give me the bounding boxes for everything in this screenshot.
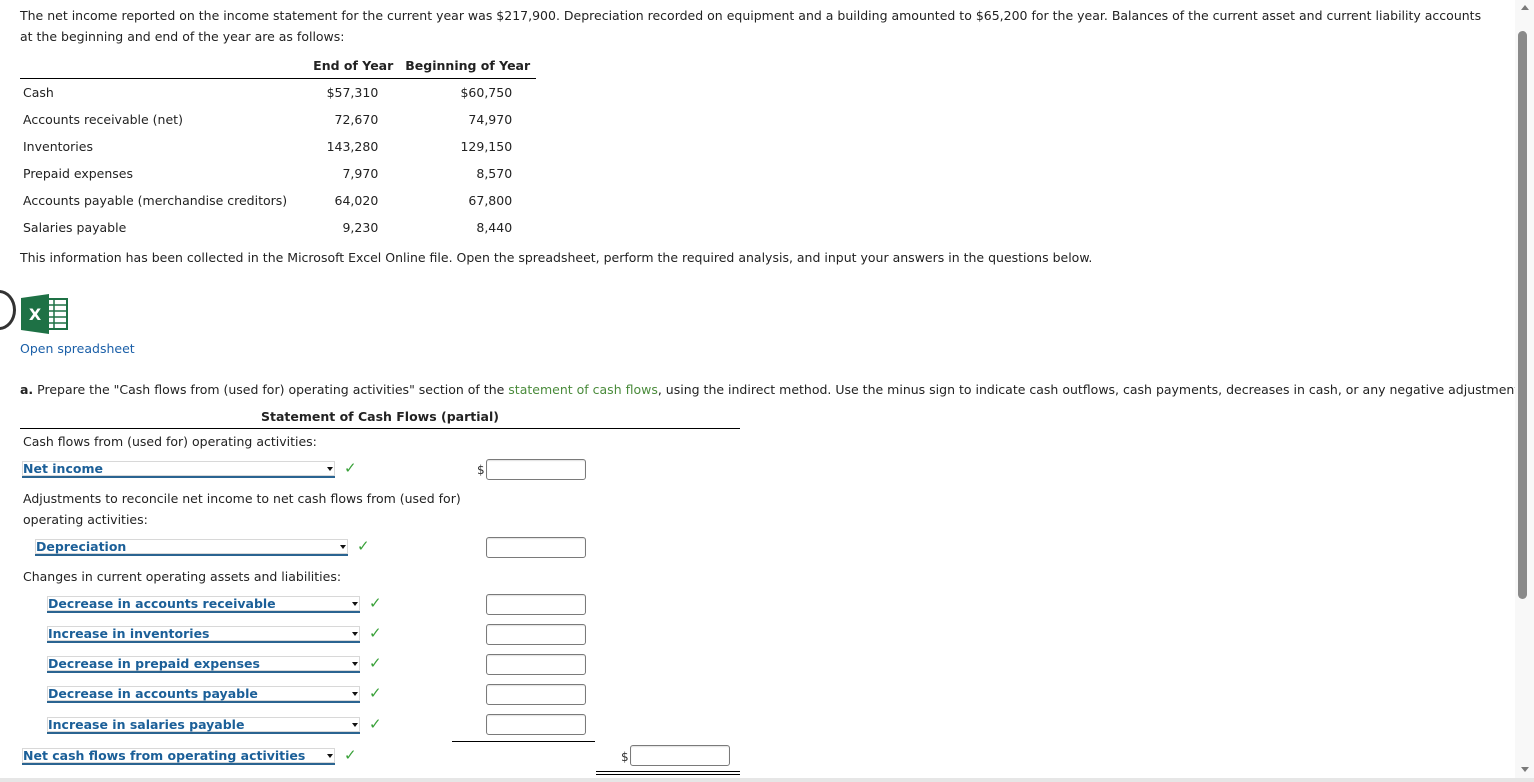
checkmark-icon: ✓ [344, 746, 357, 764]
end-of-year-value: 72,670 [334, 112, 379, 127]
dropdown-selected-value: Decrease in accounts receivable [48, 596, 276, 611]
horizontal-edge-bar [0, 778, 1534, 782]
dropdown-selected-value: Net income [23, 461, 103, 476]
balances-header-row: End of Year Beginning of Year [20, 56, 537, 79]
scrollbar-thumb[interactable] [1518, 31, 1527, 599]
question-text-after: , using the indirect method. Use the min… [657, 382, 1530, 397]
chevron-down-icon [352, 662, 358, 666]
total-double-rule [596, 771, 740, 775]
checkmark-icon: ✓ [369, 624, 382, 642]
chevron-down-icon [352, 723, 358, 727]
chevron-down-icon [352, 602, 358, 606]
question-content: The net income reported on the income st… [0, 0, 1530, 782]
table-row: Accounts receivable (net) 72,670 74,970 [20, 106, 536, 133]
chevron-down-icon [352, 692, 358, 696]
row-label: Accounts payable (merchandise creditors) [23, 193, 288, 208]
end-of-year-value: 9,230 [342, 220, 379, 235]
problem-intro-text: The net income reported on the income st… [20, 8, 1482, 44]
row-label: Cash [23, 85, 54, 100]
dropdown-selected-value: Increase in salaries payable [48, 717, 245, 732]
chevron-down-icon [327, 754, 333, 758]
vertical-scrollbar[interactable] [1515, 0, 1534, 782]
line-item-dropdown-salaries-payable[interactable]: Increase in salaries payable [47, 717, 360, 734]
line-item-dropdown-net-income[interactable]: Net income [22, 461, 335, 478]
checkmark-icon: ✓ [369, 715, 382, 733]
scroll-down-arrow-icon[interactable] [1521, 767, 1529, 772]
checkmark-icon: ✓ [344, 459, 357, 477]
line-item-dropdown-accounts-receivable[interactable]: Decrease in accounts receivable [47, 596, 360, 613]
end-of-year-value: 143,280 [326, 139, 379, 154]
chevron-down-icon [340, 545, 346, 549]
question-instructions: a. Prepare the "Cash flows from (used fo… [20, 382, 1530, 397]
beginning-of-year-value: 129,150 [460, 139, 513, 154]
dropdown-selected-value: Increase in inventories [48, 626, 210, 641]
amount-input-accounts-payable[interactable] [486, 684, 586, 705]
row-label: Salaries payable [23, 220, 127, 235]
row-label: Inventories [23, 139, 93, 154]
amount-input-depreciation[interactable] [486, 537, 586, 558]
question-text-before: Prepare the "Cash flows from (used for) … [37, 382, 509, 397]
currency-symbol: $ [477, 463, 485, 477]
adjustments-heading-line1: Adjustments to reconcile net income to n… [23, 491, 461, 506]
checkmark-icon: ✓ [369, 594, 382, 612]
beginning-of-year-value: 74,970 [468, 112, 513, 127]
table-row: Salaries payable 9,230 8,440 [20, 214, 536, 241]
checkmark-icon: ✓ [357, 537, 370, 555]
chevron-down-icon [352, 632, 358, 636]
amount-input-inventories[interactable] [486, 624, 586, 645]
checkmark-icon: ✓ [369, 684, 382, 702]
end-of-year-value: 7,970 [342, 166, 379, 181]
dropdown-selected-value: Depreciation [36, 539, 127, 554]
table-row: Accounts payable (merchandise creditors)… [20, 187, 536, 214]
table-row: Inventories 143,280 129,150 [20, 133, 536, 160]
amount-input-net-cash-flows[interactable] [630, 745, 730, 766]
excel-icon[interactable]: X [21, 294, 68, 334]
line-item-dropdown-inventories[interactable]: Increase in inventories [47, 626, 360, 643]
table-row: Cash $57,310 $60,750 [20, 79, 536, 107]
row-label: Accounts receivable (net) [23, 112, 183, 127]
currency-symbol: $ [621, 750, 629, 764]
beginning-of-year-value: 8,440 [476, 220, 513, 235]
dropdown-selected-value: Decrease in prepaid expenses [48, 656, 260, 671]
header-end-of-year: End of Year [313, 58, 394, 73]
adjustments-heading-line2: operating activities: [23, 512, 148, 527]
line-item-dropdown-depreciation[interactable]: Depreciation [35, 539, 348, 556]
line-item-dropdown-prepaid-expenses[interactable]: Decrease in prepaid expenses [47, 656, 360, 673]
line-item-dropdown-net-cash-flows[interactable]: Net cash flows from operating activities [22, 748, 335, 765]
table-row: Prepaid expenses 7,970 8,570 [20, 160, 536, 187]
dropdown-selected-value: Net cash flows from operating activities [23, 748, 306, 763]
amount-input-prepaid-expenses[interactable] [486, 654, 586, 675]
open-spreadsheet-link[interactable]: Open spreadsheet [20, 341, 135, 356]
statement-title: Statement of Cash Flows (partial) [20, 409, 740, 429]
changes-heading: Changes in current operating assets and … [23, 569, 342, 584]
circle-fragment-icon [0, 290, 16, 330]
header-beginning-of-year: Beginning of Year [405, 58, 531, 73]
row-label: Prepaid expenses [23, 166, 133, 181]
amount-input-accounts-receivable[interactable] [486, 594, 586, 615]
scroll-up-arrow-icon[interactable] [1521, 5, 1529, 10]
excel-info-text: This information has been collected in t… [20, 250, 1093, 265]
amount-input-net-income[interactable] [486, 459, 586, 480]
end-of-year-value: $57,310 [326, 85, 379, 100]
subtotal-rule [452, 741, 595, 742]
dropdown-selected-value: Decrease in accounts payable [48, 686, 258, 701]
operating-section-heading: Cash flows from (used for) operating act… [23, 434, 317, 449]
balances-table: End of Year Beginning of Year Cash $57,3… [20, 56, 537, 241]
end-of-year-value: 64,020 [334, 193, 379, 208]
beginning-of-year-value: 8,570 [476, 166, 513, 181]
header-blank [20, 56, 307, 79]
chevron-down-icon [327, 467, 333, 471]
line-item-dropdown-accounts-payable[interactable]: Decrease in accounts payable [47, 686, 360, 703]
beginning-of-year-value: 67,800 [468, 193, 513, 208]
question-letter: a. [20, 382, 34, 397]
glossary-term-link[interactable]: statement of cash flows [508, 382, 658, 397]
svg-text:X: X [29, 305, 42, 324]
beginning-of-year-value: $60,750 [460, 85, 513, 100]
amount-input-salaries-payable[interactable] [486, 714, 586, 735]
checkmark-icon: ✓ [369, 654, 382, 672]
